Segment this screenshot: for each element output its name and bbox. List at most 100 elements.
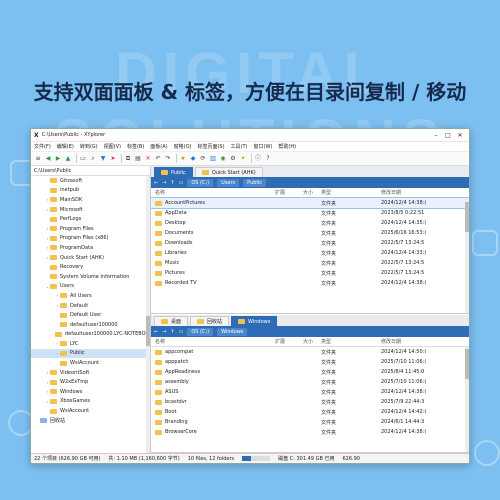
- menu-item[interactable]: 视图(V): [104, 143, 121, 150]
- close-icon[interactable]: ✕: [454, 132, 466, 139]
- nav-up-icon[interactable]: ↑: [170, 329, 174, 335]
- pane-tab[interactable]: Public: [154, 167, 193, 177]
- tree-node[interactable]: Recovery: [31, 262, 150, 272]
- tree-node[interactable]: ⌄ Users: [31, 282, 150, 292]
- tree-node[interactable]: › Default: [31, 301, 150, 311]
- tree-node[interactable]: › ProgramData: [31, 243, 150, 253]
- info-icon[interactable]: ⓘ: [254, 155, 262, 163]
- tree-node[interactable]: › Microsoft: [31, 205, 150, 215]
- tree-node[interactable]: › LYC: [31, 339, 150, 349]
- menu-item[interactable]: 转到(G): [80, 143, 98, 150]
- column-ext[interactable]: 扩展: [275, 338, 303, 345]
- tree-node[interactable]: WsiAccount: [31, 406, 150, 416]
- column-name[interactable]: 名称: [155, 338, 275, 345]
- tree-address[interactable]: C:\Users\Public: [31, 166, 150, 176]
- copy-icon[interactable]: ⧉: [124, 155, 132, 163]
- nav-back-icon[interactable]: ←: [154, 180, 158, 186]
- dual-pane-icon[interactable]: ▥: [209, 155, 217, 163]
- up-arrow-icon[interactable]: ▲: [64, 155, 72, 163]
- tree-node[interactable]: defaultuser100000.LYC-NOTEBOOK: [31, 330, 150, 340]
- file-row[interactable]: AppReadiness 文件夹 2025/8/4 11:45:0: [151, 367, 469, 377]
- column-name[interactable]: 名称: [155, 189, 275, 196]
- tree-node[interactable]: Default User: [31, 310, 150, 320]
- computer-icon[interactable]: ▭: [179, 180, 184, 186]
- bookmark-icon[interactable]: ✦: [239, 155, 247, 163]
- nav-back-icon[interactable]: ←: [154, 329, 158, 335]
- file-row[interactable]: Recorded TV 文件夹 2024/12/4 14:38:(: [151, 278, 469, 288]
- file-row[interactable]: bcastdvr 文件夹 2025/7/9 22:44:3: [151, 397, 469, 407]
- file-row[interactable]: Pictures 文件夹 2022/5/7 13:24:5: [151, 268, 469, 278]
- column-ext[interactable]: 扩展: [275, 189, 303, 196]
- tree-node[interactable]: › Windows: [31, 387, 150, 397]
- tree-node[interactable]: › Program Files (x86): [31, 234, 150, 244]
- file-row[interactable]: Downloads 文件夹 2022/5/7 13:24:5: [151, 238, 469, 248]
- delete-icon[interactable]: ✕: [144, 155, 152, 163]
- tree-node[interactable]: defaultuser100000: [31, 320, 150, 330]
- computer-icon[interactable]: ▭: [79, 155, 87, 163]
- file-row[interactable]: ASUS 文件夹 2024/12/4 14:38:(: [151, 387, 469, 397]
- breadcrumb-segment[interactable]: Users: [217, 178, 240, 187]
- column-size[interactable]: 大小: [303, 189, 321, 196]
- file-row[interactable]: assembly 文件夹 2025/7/10 11:06:(: [151, 377, 469, 387]
- column-type[interactable]: 类型: [321, 338, 381, 345]
- tree-node[interactable]: › All Users: [31, 291, 150, 301]
- redo-icon[interactable]: ↷: [164, 155, 172, 163]
- menu-item[interactable]: 工具(T): [231, 143, 248, 150]
- minimize-icon[interactable]: –: [430, 132, 442, 139]
- pane-tab[interactable]: 回收站: [190, 316, 230, 326]
- menu-item[interactable]: 标签页面(S): [197, 143, 224, 150]
- star-icon[interactable]: ★: [179, 155, 187, 163]
- file-row[interactable]: Documents 文件夹 2025/6/16 16:53:(: [151, 228, 469, 238]
- settings-icon[interactable]: ⚙: [229, 155, 237, 163]
- column-modified[interactable]: 修改日期: [381, 189, 441, 196]
- menu-item[interactable]: 窗格(O): [174, 143, 192, 150]
- menu-item[interactable]: 窗口(W): [254, 143, 273, 150]
- pane-bottom-scrollbar[interactable]: [465, 347, 469, 452]
- tree-node[interactable]: › Public: [31, 348, 150, 359]
- forward-arrow-icon[interactable]: ▶: [54, 155, 62, 163]
- file-row[interactable]: Libraries 文件夹 2024/12/4 14:33:(: [151, 248, 469, 258]
- paste-icon[interactable]: ▤: [134, 155, 142, 163]
- menu-icon[interactable]: ≡: [34, 155, 42, 163]
- tree-node[interactable]: › XboxGames: [31, 397, 150, 407]
- pane-tab[interactable]: Windows: [231, 316, 278, 326]
- tree-node[interactable]: › Program Files: [31, 224, 150, 234]
- nav-forward-icon[interactable]: →: [162, 329, 166, 335]
- menu-item[interactable]: 编辑(E): [57, 143, 74, 150]
- preview-icon[interactable]: ◉: [219, 155, 227, 163]
- breadcrumb-segment[interactable]: Windows: [217, 327, 248, 336]
- tree-node[interactable]: WsiAccount: [31, 358, 150, 368]
- breadcrumb-segment[interactable]: OS (C:): [187, 178, 214, 187]
- tree-node[interactable]: 回收站: [31, 416, 150, 426]
- breadcrumb-segment[interactable]: Public: [243, 178, 266, 187]
- computer-icon[interactable]: ▭: [179, 329, 184, 335]
- sync-icon[interactable]: ⟳: [199, 155, 207, 163]
- pane-tab[interactable]: 桌面: [154, 316, 189, 326]
- tag-icon[interactable]: ◆: [189, 155, 197, 163]
- menu-item[interactable]: 面板(A): [150, 143, 167, 150]
- filter-icon[interactable]: ▼: [99, 155, 107, 163]
- column-modified[interactable]: 修改日期: [381, 338, 441, 345]
- nav-forward-icon[interactable]: →: [162, 180, 166, 186]
- tree-node[interactable]: System Volume Information: [31, 272, 150, 282]
- menu-item[interactable]: 标签(B): [127, 143, 144, 150]
- pane-top-scrollbar[interactable]: [465, 198, 469, 313]
- undo-icon[interactable]: ↶: [154, 155, 162, 163]
- breadcrumb-segment[interactable]: OS (C:): [187, 327, 214, 336]
- menu-item[interactable]: 帮助(H): [278, 143, 296, 150]
- back-arrow-icon[interactable]: ◀: [44, 155, 52, 163]
- tree-node[interactable]: › MainSDK: [31, 195, 150, 205]
- tree-node[interactable]: inetpub: [31, 186, 150, 196]
- tree-node[interactable]: › W2xExTmp: [31, 377, 150, 387]
- file-row[interactable]: Music 文件夹 2022/5/7 13:24:5: [151, 258, 469, 268]
- search-icon[interactable]: ⌕: [89, 155, 97, 163]
- pane-tab[interactable]: Quick Start (AHK): [194, 167, 263, 177]
- tree-scroll-thumb[interactable]: [146, 316, 150, 346]
- file-row[interactable]: AccountPictures 文件夹 2024/12/4 14:38:(: [151, 197, 469, 209]
- column-size[interactable]: 大小: [303, 338, 321, 345]
- file-row[interactable]: apppatch 文件夹 2025/7/10 11:06:(: [151, 357, 469, 367]
- help-icon[interactable]: ?: [264, 155, 272, 163]
- tree-node[interactable]: › VideoritSoft: [31, 368, 150, 378]
- file-row[interactable]: Desktop 文件夹 2024/12/4 14:35:(: [151, 218, 469, 228]
- tree-node[interactable]: Gitzasoft: [31, 176, 150, 186]
